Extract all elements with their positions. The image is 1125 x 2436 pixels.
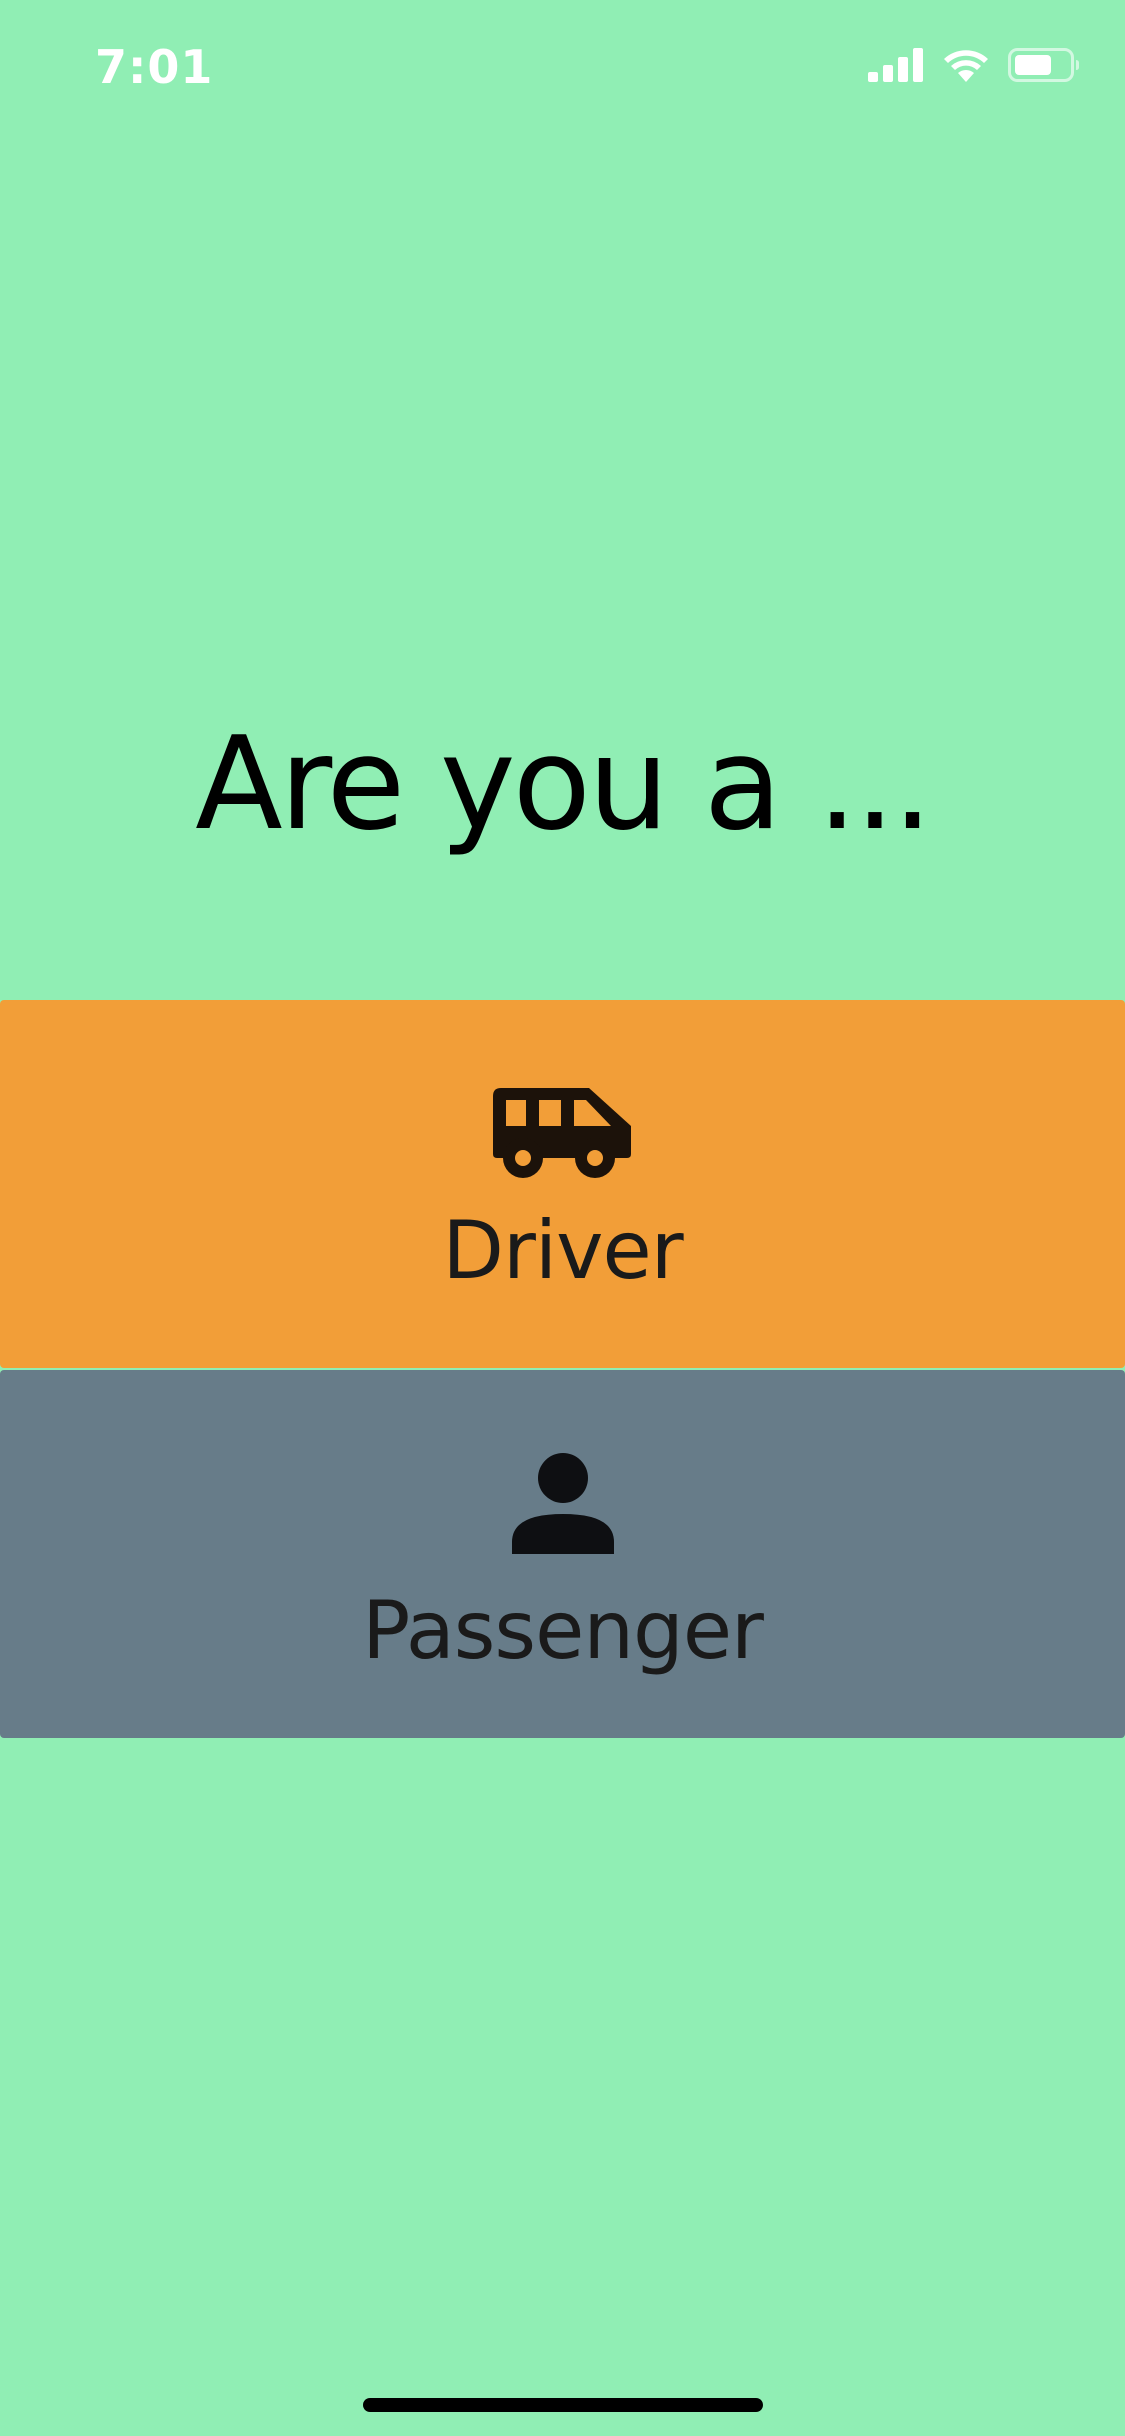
status-bar: 7:01 xyxy=(0,0,1125,130)
status-time: 7:01 xyxy=(95,40,214,94)
van-icon xyxy=(492,1088,631,1178)
status-icons xyxy=(868,48,1080,82)
driver-button[interactable]: Driver xyxy=(0,1000,1125,1368)
driver-label: Driver xyxy=(442,1204,683,1297)
home-indicator xyxy=(363,2398,763,2412)
passenger-button[interactable]: Passenger xyxy=(0,1370,1125,1738)
passenger-label: Passenger xyxy=(362,1584,764,1677)
wifi-icon xyxy=(944,50,988,82)
person-icon xyxy=(511,1453,614,1554)
battery-icon xyxy=(1008,48,1079,82)
page-title: Are you a ... xyxy=(195,710,933,859)
cellular-signal-icon xyxy=(868,48,923,82)
